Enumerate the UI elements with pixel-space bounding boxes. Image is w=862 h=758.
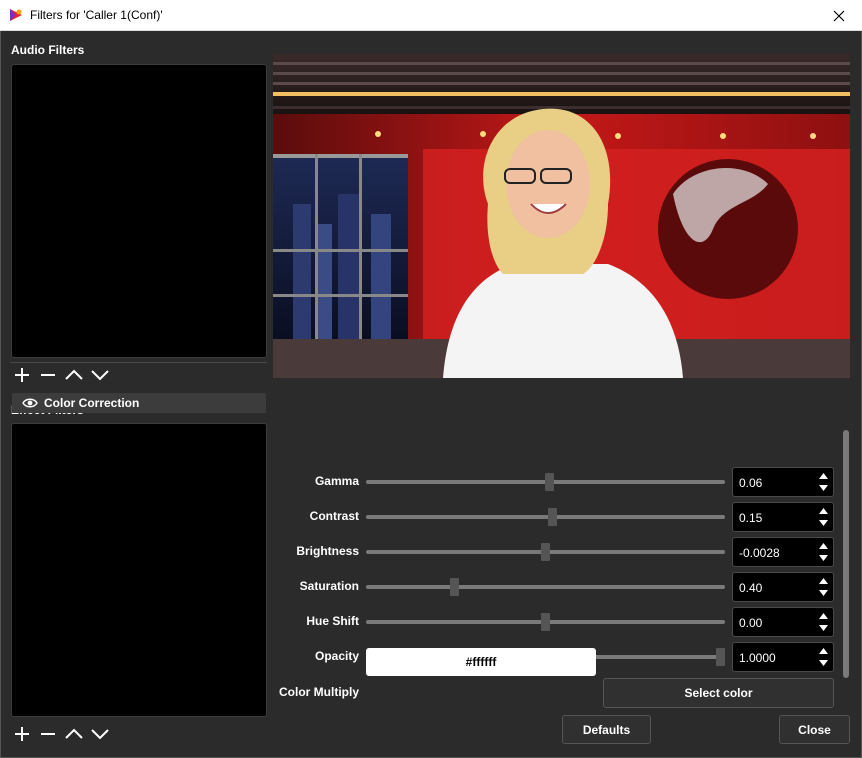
brightness-label: Brightness bbox=[296, 544, 359, 558]
eye-icon[interactable] bbox=[22, 397, 38, 409]
effect-filters-list[interactable] bbox=[11, 423, 267, 717]
preview-image bbox=[273, 54, 850, 378]
audio-remove-button[interactable] bbox=[37, 366, 59, 384]
gamma-slider-handle[interactable] bbox=[544, 473, 554, 491]
opacity-decrement[interactable] bbox=[816, 657, 830, 669]
chevron-up-icon bbox=[818, 508, 828, 514]
contrast-label: Contrast bbox=[309, 509, 359, 523]
window-title: Filters for 'Caller 1(Conf)' bbox=[30, 8, 163, 22]
audio-add-button[interactable] bbox=[11, 366, 33, 384]
chevron-up-icon bbox=[65, 369, 83, 380]
opacity-spinbox[interactable]: 1.0000 bbox=[732, 642, 834, 672]
effect-move-down-button[interactable] bbox=[89, 725, 111, 743]
gamma-label: Gamma bbox=[314, 474, 359, 488]
contrast-value: 0.15 bbox=[739, 511, 763, 525]
brightness-row: Brightness -0.0028 bbox=[274, 537, 834, 567]
audio-filters-label: Audio Filters bbox=[11, 43, 85, 57]
hue-shift-value: 0.00 bbox=[739, 616, 763, 630]
window-close-button[interactable] bbox=[816, 0, 862, 31]
minus-icon bbox=[41, 733, 55, 735]
plus-icon bbox=[15, 727, 29, 741]
contrast-spinbox[interactable]: 0.15 bbox=[732, 502, 834, 532]
opacity-increment[interactable] bbox=[816, 645, 830, 657]
saturation-increment[interactable] bbox=[816, 575, 830, 587]
effect-add-button[interactable] bbox=[11, 725, 33, 743]
hue-shift-decrement[interactable] bbox=[816, 622, 830, 634]
saturation-slider-handle[interactable] bbox=[450, 578, 459, 596]
brightness-spinbox[interactable]: -0.0028 bbox=[732, 537, 834, 567]
section-divider bbox=[10, 362, 267, 363]
hue-shift-slider-handle[interactable] bbox=[541, 613, 550, 631]
chevron-down-icon bbox=[91, 729, 109, 740]
hue-shift-slider[interactable] bbox=[366, 613, 725, 631]
title-bar: Filters for 'Caller 1(Conf)' bbox=[0, 0, 862, 31]
chevron-down-icon bbox=[818, 590, 828, 596]
gamma-spinbox[interactable]: 0.06 bbox=[732, 467, 834, 497]
saturation-value: 0.40 bbox=[739, 581, 763, 595]
contrast-row: Contrast 0.15 bbox=[274, 502, 834, 532]
brightness-value: -0.0028 bbox=[739, 546, 780, 560]
defaults-button[interactable]: Defaults bbox=[562, 715, 651, 744]
contrast-slider[interactable] bbox=[366, 508, 725, 526]
properties-scrollbar-thumb[interactable] bbox=[843, 430, 849, 678]
saturation-spinbox[interactable]: 0.40 bbox=[732, 572, 834, 602]
brightness-decrement[interactable] bbox=[816, 552, 830, 564]
close-icon bbox=[833, 10, 845, 21]
list-item-color-correction[interactable]: Color Correction bbox=[12, 393, 266, 413]
opacity-label: Opacity bbox=[314, 649, 359, 663]
effect-move-up-button[interactable] bbox=[63, 725, 85, 743]
chevron-up-icon bbox=[818, 613, 828, 619]
audio-move-down-button[interactable] bbox=[89, 366, 111, 384]
opacity-slider-handle[interactable] bbox=[716, 648, 725, 666]
saturation-decrement[interactable] bbox=[816, 587, 830, 599]
chevron-down-icon bbox=[818, 625, 828, 631]
saturation-slider[interactable] bbox=[366, 578, 725, 596]
chevron-down-icon bbox=[91, 370, 109, 381]
chevron-down-icon bbox=[818, 555, 828, 561]
chevron-up-icon bbox=[818, 543, 828, 549]
gamma-row: Gamma 0.06 bbox=[274, 467, 834, 497]
chevron-down-icon bbox=[818, 485, 828, 491]
chevron-down-icon bbox=[818, 660, 828, 666]
minus-icon bbox=[41, 374, 55, 376]
close-button[interactable]: Close bbox=[779, 715, 850, 744]
hue-shift-label: Hue Shift bbox=[306, 614, 359, 628]
contrast-decrement[interactable] bbox=[816, 517, 830, 529]
hue-shift-spinbox[interactable]: 0.00 bbox=[732, 607, 834, 637]
chevron-up-icon bbox=[818, 578, 828, 584]
plus-icon bbox=[15, 368, 29, 382]
effect-remove-button[interactable] bbox=[37, 725, 59, 743]
contrast-increment[interactable] bbox=[816, 505, 830, 517]
opacity-value: 1.0000 bbox=[739, 651, 776, 665]
gamma-decrement[interactable] bbox=[816, 482, 830, 494]
saturation-label: Saturation bbox=[299, 579, 359, 593]
gamma-increment[interactable] bbox=[816, 470, 830, 482]
app-logo-icon bbox=[10, 9, 22, 21]
brightness-slider[interactable] bbox=[366, 543, 725, 561]
audio-filters-list[interactable] bbox=[11, 64, 267, 358]
filter-item-label: Color Correction bbox=[44, 396, 140, 410]
hue-shift-row: Hue Shift 0.00 bbox=[274, 607, 834, 637]
gamma-value: 0.06 bbox=[739, 476, 763, 490]
color-multiply-label: Color Multiply bbox=[279, 685, 359, 699]
contrast-slider-handle[interactable] bbox=[548, 508, 557, 526]
chevron-up-icon bbox=[818, 473, 828, 479]
saturation-row: Saturation 0.40 bbox=[274, 572, 834, 602]
chevron-up-icon bbox=[818, 648, 828, 654]
audio-move-up-button[interactable] bbox=[63, 366, 85, 384]
gamma-slider[interactable] bbox=[366, 473, 725, 491]
hue-shift-increment[interactable] bbox=[816, 610, 830, 622]
chevron-down-icon bbox=[818, 520, 828, 526]
select-color-button[interactable]: Select color bbox=[603, 678, 834, 708]
brightness-slider-handle[interactable] bbox=[541, 543, 550, 561]
chevron-up-icon bbox=[65, 728, 83, 739]
color-multiply-swatch[interactable]: #ffffff bbox=[366, 648, 596, 676]
brightness-increment[interactable] bbox=[816, 540, 830, 552]
source-preview bbox=[273, 54, 850, 378]
